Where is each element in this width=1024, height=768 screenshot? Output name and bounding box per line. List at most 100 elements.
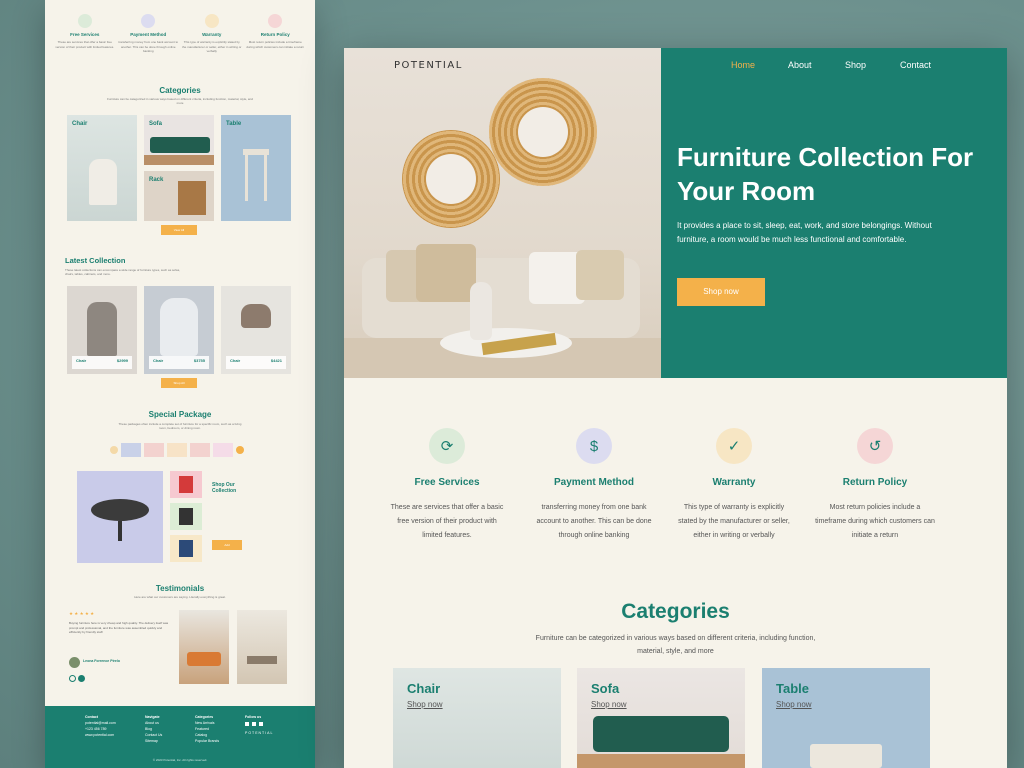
nav-shop[interactable]: Shop <box>845 60 866 70</box>
mini-card-rack[interactable]: Rack <box>144 171 214 221</box>
mini-card-name: Rack <box>149 177 164 183</box>
chair-shape <box>241 304 271 328</box>
mini-testimonials-sub: Here are what our customers are saying. … <box>134 595 226 599</box>
hero-panel: Home About Shop Contact Furniture Collec… <box>661 48 1007 378</box>
table-top-shape <box>810 744 882 768</box>
facebook-icon[interactable] <box>245 722 249 726</box>
mini-thumb[interactable] <box>190 443 210 457</box>
categories-heading: Categories <box>621 600 730 623</box>
mini-latest-price: $2999 <box>116 358 128 363</box>
mini-reviewer-name: Leona Forrence Pirelo <box>83 659 120 663</box>
chair-shape <box>87 302 117 356</box>
mini-feature-desc: transferring money from one bank account… <box>118 40 179 53</box>
free-services-icon <box>77 14 92 28</box>
cushion <box>416 244 476 302</box>
floor-shape <box>144 155 214 165</box>
mini-card-sofa[interactable]: Sofa <box>144 115 214 165</box>
prev-icon[interactable] <box>69 675 76 682</box>
mini-feature-desc: These are services that offer a basic fr… <box>55 40 115 49</box>
mini-latest-item[interactable]: Chair $2999 <box>67 286 137 374</box>
shop-now-button[interactable]: Shop now <box>677 278 765 306</box>
category-card-sofa[interactable]: Sofa Shop now <box>577 668 745 768</box>
feature-title: Free Services <box>414 477 480 488</box>
mini-price-panel: Chair $4421 <box>226 356 286 369</box>
footer-link[interactable]: Popular Brands <box>195 738 219 744</box>
vase <box>470 282 492 340</box>
feature-free-services: ⟳ Free Services These are services that … <box>387 428 507 543</box>
mini-latest-heading: Latest Collection <box>65 256 126 265</box>
mini-shop-all-button[interactable]: Shop All <box>161 378 197 388</box>
mirror-glass <box>518 107 568 157</box>
chair-shape <box>179 540 193 557</box>
footer-link[interactable]: www.potential.com <box>85 732 116 738</box>
feature-title: Warranty <box>712 477 756 488</box>
feature-payment: $ Payment Method transferring money from… <box>534 428 654 543</box>
categories-subtitle: Furniture can be categorized in various … <box>535 635 816 655</box>
mini-package-thumb-blue[interactable] <box>170 535 202 562</box>
payment-icon: $ <box>576 428 612 464</box>
chair-shape <box>160 298 198 356</box>
return-icon: ↺ <box>857 428 893 464</box>
mini-testimonial-image <box>237 610 287 684</box>
mini-latest-price: $3755 <box>193 358 205 363</box>
rack-shape <box>178 181 206 215</box>
mini-latest-name: Chair <box>153 358 164 363</box>
mini-package-sub: These packages often include a complete … <box>118 422 242 430</box>
mini-categories-sub: Furniture can be categorized in various … <box>107 97 253 105</box>
mini-package-thumb-red[interactable] <box>170 471 202 498</box>
footer-logo: POTENTIAL <box>245 731 274 735</box>
mini-page-preview: Free Services These are services that of… <box>45 0 315 768</box>
next-icon[interactable] <box>236 446 244 454</box>
mini-card-name: Table <box>226 121 242 127</box>
category-name: Table <box>776 681 809 696</box>
next-icon[interactable] <box>78 675 85 682</box>
category-shop-link[interactable]: Shop now <box>591 700 627 709</box>
return-icon <box>268 14 283 28</box>
free-services-icon: ⟳ <box>429 428 465 464</box>
mini-card-name: Sofa <box>149 121 163 127</box>
category-card-table[interactable]: Table Shop now <box>762 668 930 768</box>
mini-card-table[interactable]: Table <box>221 115 291 221</box>
nav-contact[interactable]: Contact <box>900 60 931 70</box>
lounge-chair-shape <box>91 499 149 521</box>
mini-latest-price: $4421 <box>270 358 282 363</box>
footer-copyright: © 2023 Potential, Inc. All rights reserv… <box>152 758 208 762</box>
mini-thumb[interactable] <box>144 443 164 457</box>
footer-link[interactable]: Sitemap <box>145 738 162 744</box>
mini-feature-title: Free Services <box>70 32 100 37</box>
mini-latest-item[interactable]: Chair $4421 <box>221 286 291 374</box>
nav-about[interactable]: About <box>788 60 812 70</box>
avatar <box>69 657 80 668</box>
prev-icon[interactable] <box>110 446 118 454</box>
mini-thumb[interactable] <box>121 443 141 457</box>
mini-thumb[interactable] <box>167 443 187 457</box>
footer-categories: Categories New Arrivals Featured Catalog… <box>195 714 219 744</box>
mini-latest-name: Chair <box>230 358 241 363</box>
mini-package-add-button[interactable]: Add <box>212 540 242 550</box>
mini-thumb[interactable] <box>213 443 233 457</box>
twitter-icon[interactable] <box>259 722 263 726</box>
mini-latest-item[interactable]: Chair $3755 <box>144 286 214 374</box>
mini-categories-heading: Categories <box>159 86 201 95</box>
category-card-chair[interactable]: Chair Shop now <box>393 668 561 768</box>
rating-stars: ★ ★ ★ ★ ★ <box>69 611 95 616</box>
mini-package-thumb-black[interactable] <box>170 503 202 530</box>
category-shop-link[interactable]: Shop now <box>776 700 812 709</box>
instagram-icon[interactable] <box>252 722 256 726</box>
mini-card-chair[interactable]: Chair <box>67 115 137 221</box>
mini-testimonial-text: Buying furniture here is very cheap and … <box>69 621 169 634</box>
site-logo[interactable]: POTENTIAL <box>394 60 463 71</box>
mini-latest-sub: These latest collections can encompass a… <box>65 268 181 276</box>
mini-view-all-button[interactable]: View All <box>161 225 197 235</box>
feature-title: Return Policy <box>842 477 908 488</box>
hero-description: It provides a place to sit, sleep, eat, … <box>677 221 932 244</box>
nav-home[interactable]: Home <box>731 60 755 70</box>
category-name: Chair <box>407 681 441 696</box>
payment-icon <box>141 14 156 28</box>
mini-price-panel: Chair $3755 <box>149 356 209 369</box>
warranty-icon: ✓ <box>716 428 752 464</box>
cushion <box>576 250 624 300</box>
category-shop-link[interactable]: Shop now <box>407 700 443 709</box>
main-page: POTENTIAL Home About Shop Contact Furnit… <box>344 48 1007 768</box>
mini-testimonials-heading: Testimonials <box>155 584 205 593</box>
